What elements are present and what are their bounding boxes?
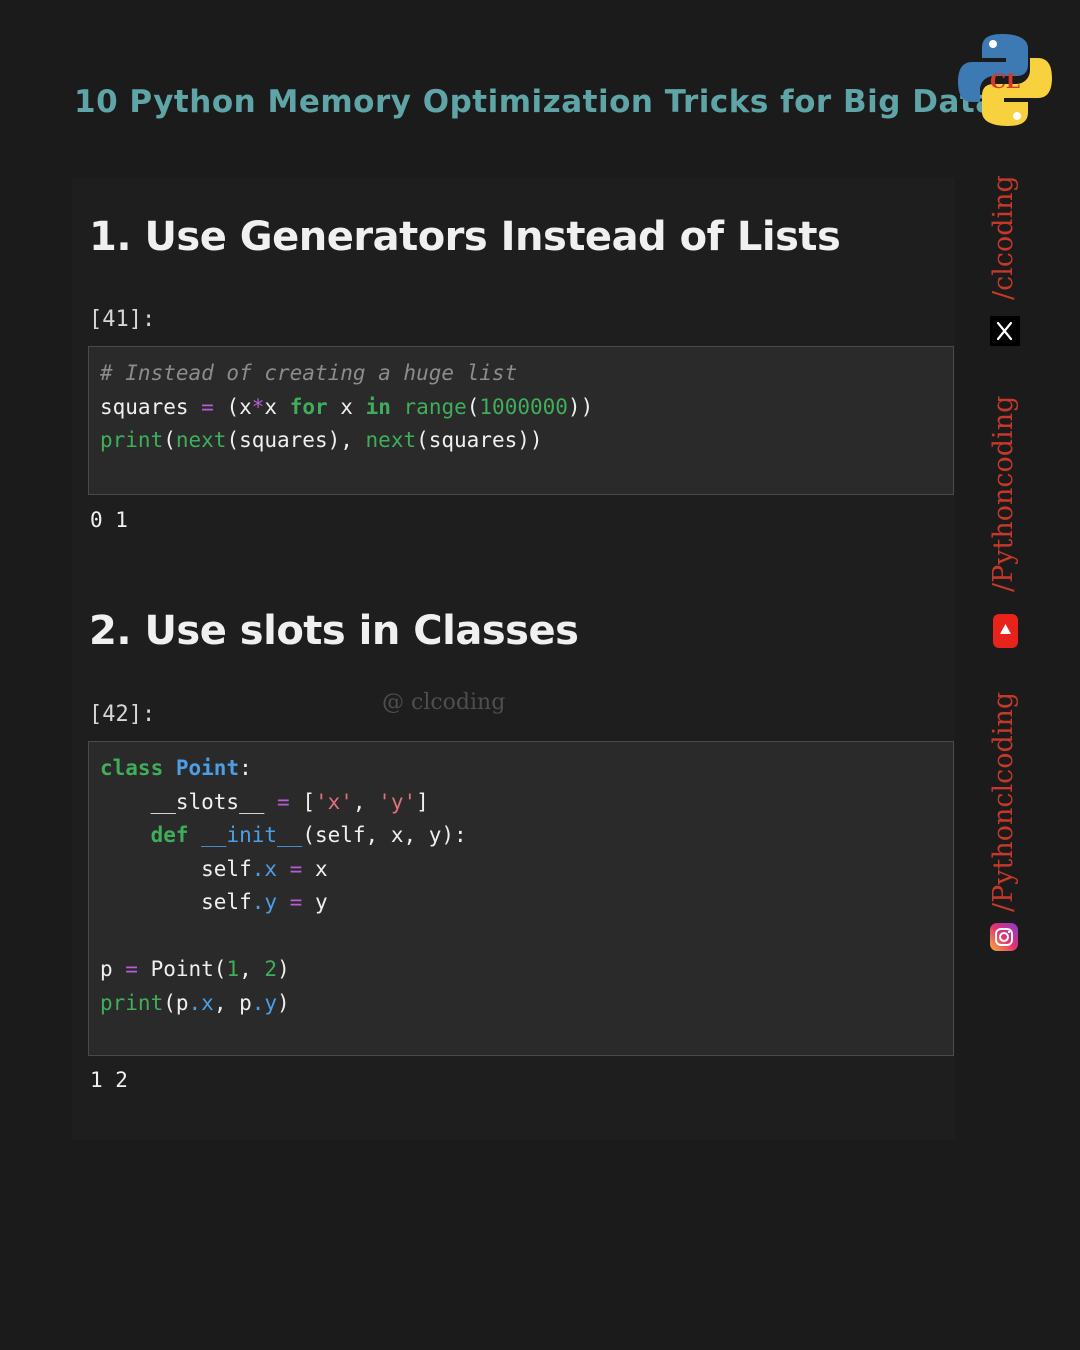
code-cell-generators[interactable]: # Instead of creating a huge list square… [88, 346, 954, 495]
page-title: 10 Python Memory Optimization Tricks for… [74, 84, 997, 120]
cell-output-41: 0 1 [90, 508, 128, 532]
x-icon[interactable] [990, 316, 1020, 346]
youtube-icon[interactable] [993, 614, 1018, 648]
cell-output-42: 1 2 [90, 1068, 128, 1092]
handle-youtube[interactable]: /Pythoncoding [988, 396, 1019, 592]
code-block: # Instead of creating a huge list square… [100, 361, 594, 452]
cell-prompt-41: [41]: [89, 307, 156, 332]
section-heading-slots: 2. Use slots in Classes [89, 608, 579, 654]
notebook-panel: 1. Use Generators Instead of Lists [41]:… [72, 178, 955, 1140]
instagram-icon[interactable] [990, 923, 1018, 951]
python-logo-icon: CL [958, 34, 1052, 126]
logo-text: CL [990, 69, 1020, 93]
code-block: class Point: __slots__ = ['x', 'y'] def … [100, 756, 467, 1015]
code-cell-slots[interactable]: class Point: __slots__ = ['x', 'y'] def … [88, 741, 954, 1056]
watermark: @ clcoding [382, 690, 506, 715]
section-heading-generators: 1. Use Generators Instead of Lists [89, 214, 841, 260]
handle-instagram[interactable]: /Pythonclcoding [988, 692, 1019, 912]
cell-prompt-42: [42]: [89, 702, 156, 727]
handle-x[interactable]: /clcoding [988, 175, 1019, 300]
